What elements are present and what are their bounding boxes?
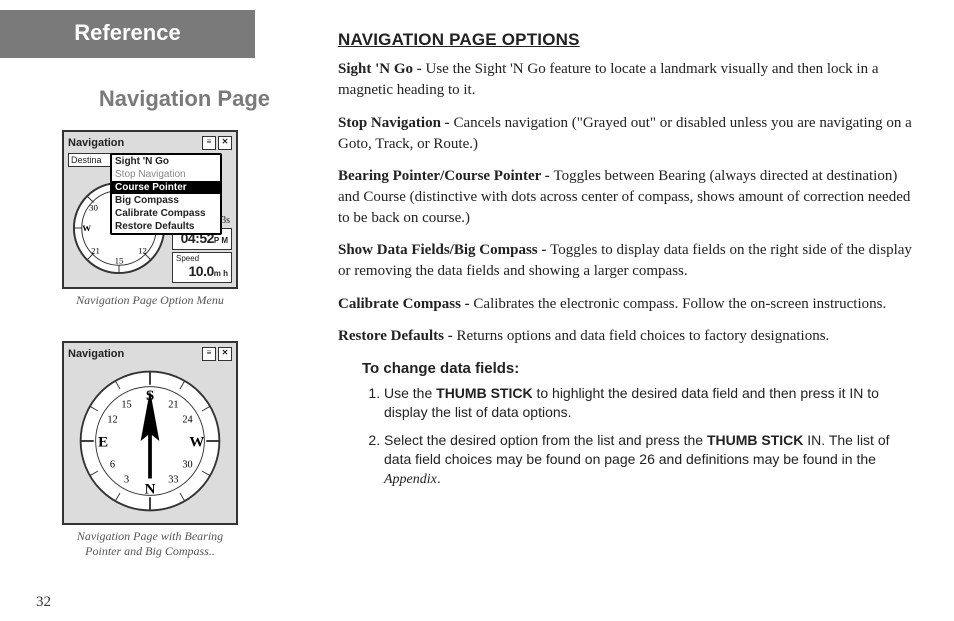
- svg-text:12: 12: [138, 245, 147, 255]
- svg-text:W: W: [82, 223, 91, 233]
- svg-text:15: 15: [121, 399, 131, 410]
- section-heading: NAVIGATION PAGE OPTIONS: [338, 28, 916, 51]
- svg-text:3: 3: [124, 474, 129, 485]
- screen2-header: Navigation: [68, 348, 124, 360]
- svg-text:21: 21: [91, 245, 100, 255]
- svg-text:30: 30: [182, 459, 192, 470]
- svg-text:21: 21: [168, 399, 178, 410]
- menu-item: Restore Defaults: [112, 220, 220, 233]
- sub-heading: To change data fields:: [362, 359, 916, 380]
- svg-text:E: E: [98, 435, 108, 451]
- svg-text:30: 30: [89, 202, 98, 212]
- screen1-header: Navigation: [68, 137, 124, 149]
- svg-text:12: 12: [107, 414, 117, 425]
- option-stop-navigation: Stop Navigation - Cancels navigation ("G…: [338, 113, 916, 154]
- page-number: 32: [36, 594, 51, 611]
- option-calibrate-compass: Calibrate Compass - Calibrates the elect…: [338, 294, 916, 315]
- figure-nav-menu: Navigation ≡ ✕ Destina: [62, 130, 238, 309]
- menu-item: Calibrate Compass: [112, 207, 220, 220]
- svg-text:15: 15: [115, 255, 124, 265]
- svg-text:N: N: [145, 482, 156, 498]
- menu-item-selected: Course Pointer: [112, 181, 220, 194]
- option-bearing-course: Bearing Pointer/Course Pointer - Toggles…: [338, 166, 916, 228]
- svg-text:6: 6: [110, 459, 115, 470]
- step-2: Select the desired option from the list …: [384, 431, 916, 490]
- list-icon: ≡: [202, 347, 216, 361]
- steps-list: Use the THUMB STICK to highlight the des…: [362, 384, 916, 490]
- menu-item: Big Compass: [112, 194, 220, 207]
- close-icon: ✕: [218, 136, 232, 150]
- screen1-icons: ≡ ✕: [202, 136, 232, 150]
- options-menu: Sight 'N Go Stop Navigation Course Point…: [110, 153, 222, 235]
- speed-field: Speed 10.0m h: [172, 252, 232, 283]
- close-icon: ✕: [218, 347, 232, 361]
- destination-field: Destina: [68, 153, 112, 167]
- menu-item-disabled: Stop Navigation: [112, 168, 220, 181]
- option-sight-n-go: Sight 'N Go - Use the Sight 'N Go featur…: [338, 59, 916, 100]
- step-1: Use the THUMB STICK to highlight the des…: [384, 384, 916, 422]
- page-title: Navigation Page: [0, 86, 270, 112]
- list-icon: ≡: [202, 136, 216, 150]
- svg-text:33: 33: [168, 474, 178, 485]
- screen2-icons: ≡ ✕: [202, 347, 232, 361]
- option-show-data-fields: Show Data Fields/Big Compass - Toggles t…: [338, 240, 916, 281]
- svg-text:24: 24: [182, 414, 192, 425]
- option-restore-defaults: Restore Defaults - Returns options and d…: [338, 326, 916, 347]
- figure-big-compass: Navigation ≡ ✕: [62, 341, 238, 560]
- reference-tab: Reference: [0, 10, 255, 58]
- figure2-caption: Navigation Page with Bearing Pointer and…: [62, 529, 238, 560]
- menu-item: Sight 'N Go: [112, 155, 220, 168]
- svg-text:W: W: [189, 435, 204, 451]
- figure1-caption: Navigation Page Option Menu: [62, 293, 238, 309]
- compass-large: S W N E 21 24 30 33 3 6 12 15: [75, 366, 225, 516]
